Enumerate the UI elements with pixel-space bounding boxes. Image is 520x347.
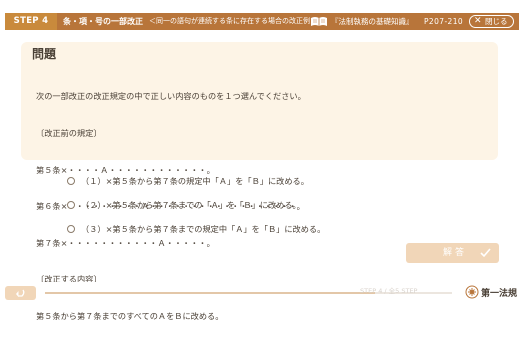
close-button[interactable]: ✕ 閉じる: [469, 15, 514, 28]
progress-text: STEP 4 / 全5 STEP: [360, 287, 418, 295]
back-button[interactable]: [5, 286, 36, 300]
reference-pages: P207-210: [424, 17, 464, 26]
question-line: 次の一部改正の改正規定の中で正しい内容のものを１つ選んでください。: [36, 91, 306, 102]
answer-label: 解答: [443, 248, 468, 258]
publisher-logo-icon: [465, 285, 479, 299]
answer-button[interactable]: 解答: [406, 243, 499, 263]
close-label: 閉じる: [485, 17, 508, 26]
question-line: 〔改正前の規定〕: [36, 128, 102, 139]
publisher-logo-text: 第一法規: [481, 289, 518, 299]
book-icon: [311, 17, 327, 26]
radio-button[interactable]: [67, 177, 75, 185]
question-heading: 問題: [32, 47, 57, 61]
step-badge: STEP 4: [5, 13, 57, 30]
lesson-title: 条・項・号の一部改正: [63, 17, 143, 26]
question-panel: 問題 次の一部改正の改正規定の中で正しい内容のものを１つ選んでください。 〔改正…: [21, 42, 498, 321]
radio-button[interactable]: [67, 201, 75, 209]
back-arrow-icon: [16, 289, 25, 297]
question-line: 第７条×・・・・・・・・・・・Ａ・・・・・。: [36, 237, 215, 248]
close-icon: ✕: [474, 16, 482, 26]
radio-button[interactable]: [67, 225, 75, 233]
reference-book-title: 『法制執務の基礎知識』: [331, 17, 414, 26]
option-label: （１）×第５条から第７条の規定中「Ａ」を「Ｂ」に改める。: [81, 176, 309, 186]
check-icon: [480, 248, 491, 258]
header-bar: 条・項・号の一部改正 ＜同一の語句が連続する条に存在する場合の改正例＞ 『法制執…: [57, 13, 519, 30]
question-line: 第５条から第７条までのすべてのＡをＢに改める。: [36, 311, 224, 322]
footer: STEP 4 / 全5 STEP 第一法規: [0, 282, 520, 309]
option-label: （３）×第５条から第７条までの規定中「Ａ」を「Ｂ」に改める。: [81, 224, 326, 234]
header: STEP 4 条・項・号の一部改正 ＜同一の語句が連続する条に存在する場合の改正…: [0, 0, 520, 30]
option-label: （２）×第５条から第７条までの「Ａ」を「Ｂ」に改める。: [81, 200, 301, 210]
lesson-subtitle: ＜同一の語句が連続する条に存在する場合の改正例＞: [149, 17, 317, 25]
progress-fill: [45, 292, 375, 294]
